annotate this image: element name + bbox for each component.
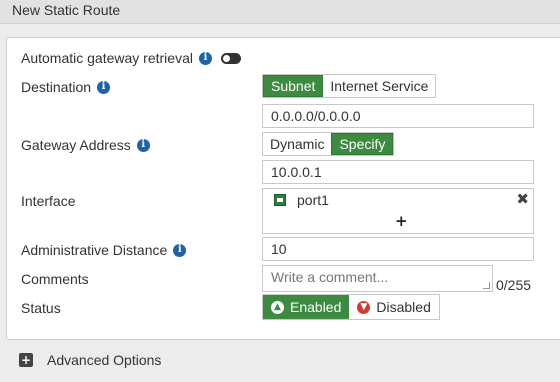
arrow-up-circle-icon: ▲ xyxy=(271,300,284,314)
info-icon[interactable]: i xyxy=(136,138,150,152)
auto-gateway-label: Automatic gateway retrieval xyxy=(21,50,193,66)
comments-label-row: Comments xyxy=(21,271,89,287)
info-icon[interactable]: i xyxy=(198,51,212,65)
gateway-label-row: Gateway Address i xyxy=(21,137,150,153)
network-port-icon xyxy=(274,194,286,206)
auto-gateway-toggle[interactable] xyxy=(220,52,241,64)
gateway-label: Gateway Address xyxy=(21,137,131,153)
gateway-mode-selector: Dynamic Specify xyxy=(262,132,395,156)
destination-input[interactable]: 0.0.0.0/0.0.0.0 xyxy=(262,104,534,128)
interface-port-name: port1 xyxy=(297,192,329,208)
arrow-down-circle-icon: ▼ xyxy=(357,300,371,314)
toggle-knob xyxy=(222,54,230,62)
status-option-disabled[interactable]: ▼ Disabled xyxy=(349,295,438,319)
add-interface-icon[interactable]: + xyxy=(395,212,408,230)
advanced-options-label: Advanced Options xyxy=(47,352,162,368)
interface-selector[interactable]: port1 ✖ + xyxy=(262,188,534,234)
destination-option-internet-service[interactable]: Internet Service xyxy=(323,75,435,97)
comments-textarea[interactable]: Write a comment... xyxy=(262,265,493,292)
auto-gateway-row: Automatic gateway retrieval i xyxy=(21,50,241,66)
comments-placeholder: Write a comment... xyxy=(271,269,389,285)
gateway-input[interactable]: 10.0.0.1 xyxy=(262,160,534,184)
comments-char-counter: 0/255 xyxy=(496,277,532,293)
interface-label: Interface xyxy=(21,193,76,209)
gateway-option-dynamic[interactable]: Dynamic xyxy=(263,133,331,155)
advanced-options-toggle[interactable]: + Advanced Options xyxy=(0,346,560,374)
destination-label-row: Destination i xyxy=(21,79,111,95)
title-bar: New Static Route xyxy=(0,0,560,24)
admin-distance-label-row: Administrative Distance i xyxy=(21,242,187,258)
interface-label-row: Interface xyxy=(21,193,75,209)
status-label: Status xyxy=(21,300,61,316)
destination-type-selector: Subnet Internet Service xyxy=(262,74,437,98)
status-label-row: Status xyxy=(21,300,61,316)
status-selector: ▲ Enabled ▼ Disabled xyxy=(262,294,440,320)
destination-label: Destination xyxy=(21,79,92,95)
gateway-option-specify[interactable]: Specify xyxy=(331,133,394,155)
status-enabled-label: Enabled xyxy=(290,299,342,315)
admin-distance-input[interactable]: 10 xyxy=(262,237,534,261)
destination-option-subnet[interactable]: Subnet xyxy=(263,75,324,97)
resize-grip-icon[interactable] xyxy=(483,282,490,289)
info-icon[interactable]: i xyxy=(97,80,111,94)
expand-plus-icon[interactable]: + xyxy=(19,353,33,367)
info-icon[interactable]: i xyxy=(173,243,187,257)
status-disabled-label: Disabled xyxy=(376,299,431,315)
window-title: New Static Route xyxy=(12,2,121,18)
remove-interface-icon[interactable]: ✖ xyxy=(516,190,529,208)
status-option-enabled[interactable]: ▲ Enabled xyxy=(263,295,350,319)
admin-distance-label: Administrative Distance xyxy=(21,242,168,258)
comments-label: Comments xyxy=(21,271,89,287)
